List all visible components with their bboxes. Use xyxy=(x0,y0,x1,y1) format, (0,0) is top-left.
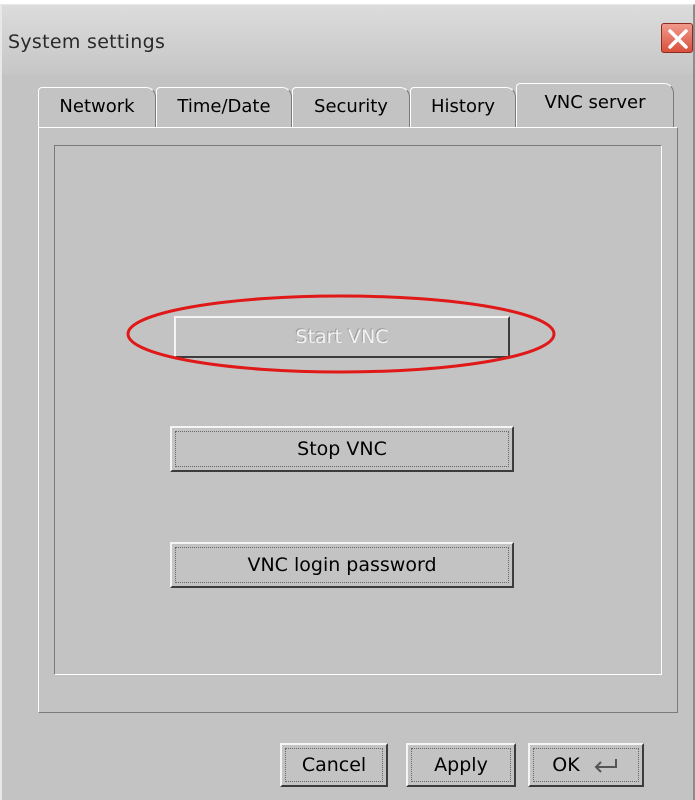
tab-vnc-server-label: VNC server xyxy=(544,92,646,113)
tab-security-label: Security xyxy=(314,96,388,117)
stop-vnc-button[interactable]: Stop VNC xyxy=(170,426,514,472)
ok-label: OK xyxy=(552,754,580,776)
stop-vnc-label: Stop VNC xyxy=(297,438,387,460)
cancel-label: Cancel xyxy=(301,754,367,776)
focus-outline xyxy=(533,748,639,782)
ok-button[interactable]: OK xyxy=(528,743,644,787)
apply-button[interactable]: Apply xyxy=(406,743,516,787)
vnc-login-password-label: VNC login password xyxy=(247,554,437,576)
tab-network-label: Network xyxy=(59,96,135,117)
apply-label: Apply xyxy=(434,754,488,776)
tab-time-date[interactable]: Time/Date xyxy=(156,87,292,127)
tab-security[interactable]: Security xyxy=(292,87,410,127)
tab-network[interactable]: Network xyxy=(38,87,156,127)
vnc-controls-frame xyxy=(54,145,662,675)
tab-vnc-server[interactable]: VNC server xyxy=(516,83,674,127)
tab-history[interactable]: History xyxy=(410,87,516,127)
window-title: System settings xyxy=(8,31,166,53)
vnc-server-panel: Start VNC Stop VNC VNC login password xyxy=(38,127,678,713)
tab-history-label: History xyxy=(430,96,496,117)
system-settings-window: System settings Network Time/Date Securi… xyxy=(0,4,695,800)
close-button[interactable] xyxy=(661,23,693,53)
tab-time-date-label: Time/Date xyxy=(177,96,271,117)
vnc-login-password-button[interactable]: VNC login password xyxy=(170,542,514,588)
cancel-button[interactable]: Cancel xyxy=(280,743,388,787)
highlight-ellipse-annotation xyxy=(126,294,556,374)
close-icon xyxy=(668,29,688,49)
title-bar: System settings xyxy=(2,5,693,75)
